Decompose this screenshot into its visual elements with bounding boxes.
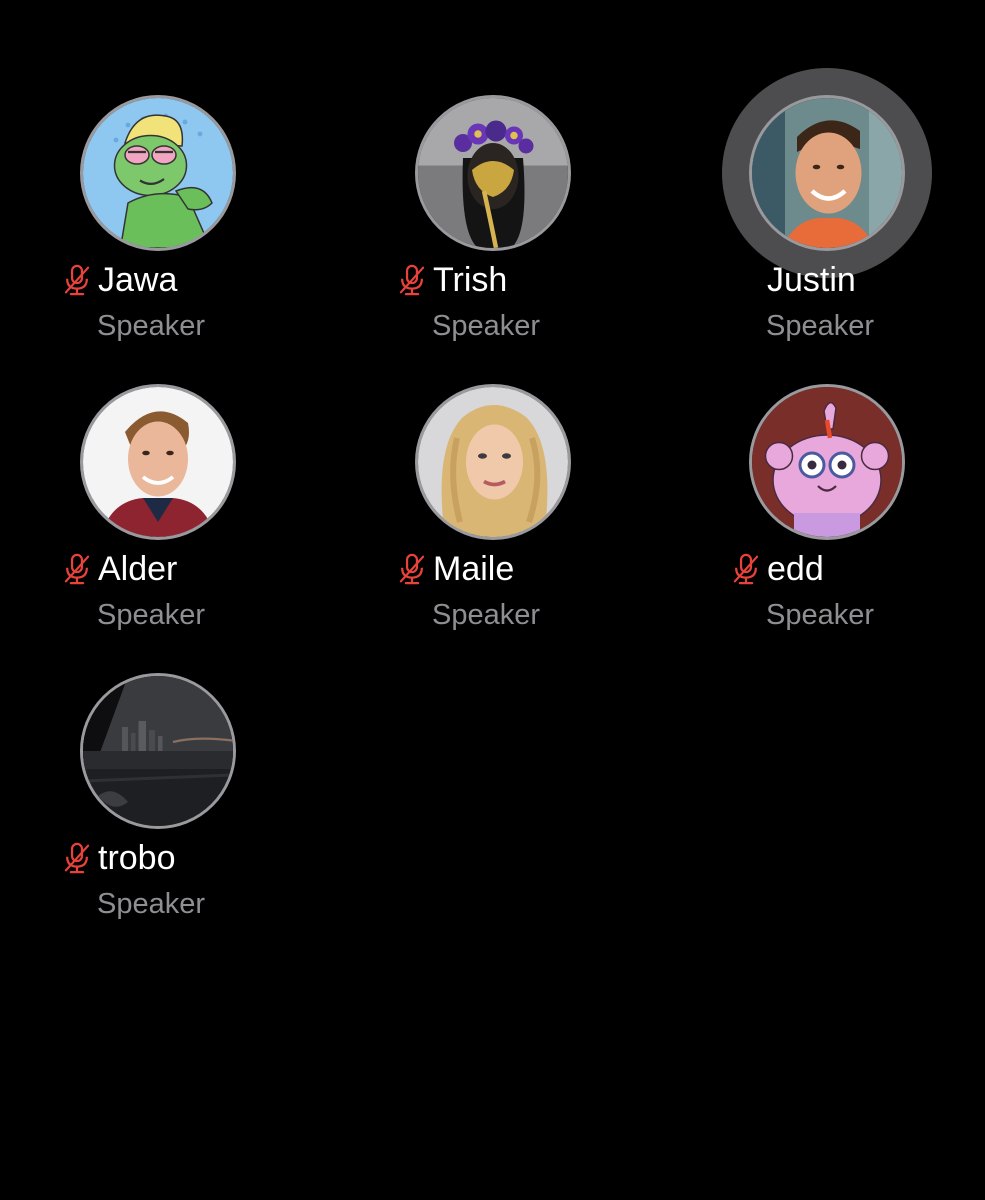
microphone-slash-icon: [64, 264, 90, 296]
name-row: Maile: [343, 547, 643, 591]
speaker-card-jawa[interactable]: Jawa Speaker: [8, 95, 308, 355]
microphone-slash-icon: [64, 842, 90, 874]
speaker-card-trobo[interactable]: trobo Speaker: [8, 673, 308, 933]
speaker-card-alder[interactable]: Alder Speaker: [8, 384, 308, 644]
smiling-man-photo-avatar-image: [752, 98, 902, 248]
avatar-maile[interactable]: [415, 384, 571, 540]
name-row: Alder: [8, 547, 308, 591]
speaker-name: Alder: [98, 550, 178, 588]
speaker-role: Speaker: [97, 599, 206, 631]
avatar-container: [722, 68, 932, 278]
blonde-woman-photo-avatar-image: [418, 387, 568, 537]
speaker-name: trobo: [98, 839, 176, 877]
speaker-card-justin[interactable]: Justin Speaker: [677, 68, 977, 355]
night-city-skyline-photo-avatar-image: [83, 676, 233, 826]
speaker-role: Speaker: [432, 310, 541, 342]
name-row: Trish: [343, 258, 643, 302]
microphone-slash-icon: [399, 553, 425, 585]
avatar-container: [80, 95, 236, 251]
avatar-container: [415, 384, 571, 540]
speaker-name: Justin: [767, 261, 856, 299]
speaker-name: Trish: [433, 261, 508, 299]
avatar-container: [415, 95, 571, 251]
avatar-alder[interactable]: [80, 384, 236, 540]
speaker-role: Speaker: [97, 888, 206, 920]
speaker-grid: Jawa Speaker Trish Speaker Justin Speake…: [0, 0, 985, 1200]
avatar-justin[interactable]: [749, 95, 905, 251]
microphone-slash-icon: [733, 553, 759, 585]
avatar-jawa[interactable]: [80, 95, 236, 251]
young-man-red-hoodie-photo-avatar-image: [83, 387, 233, 537]
avatar-container: [749, 384, 905, 540]
avatar-container: [80, 384, 236, 540]
speaker-role: Speaker: [766, 599, 875, 631]
speaker-role: Speaker: [432, 599, 541, 631]
speaker-name: edd: [767, 550, 824, 588]
cartoon-green-creature-avatar-image: [83, 98, 233, 248]
speaker-card-maile[interactable]: Maile Speaker: [343, 384, 643, 644]
speaker-role: Speaker: [97, 310, 206, 342]
microphone-slash-icon: [399, 264, 425, 296]
avatar-container: [80, 673, 236, 829]
speaker-card-trish[interactable]: Trish Speaker: [343, 95, 643, 355]
name-row: Justin: [677, 258, 977, 302]
avatar-trobo[interactable]: [80, 673, 236, 829]
microphone-slash-icon: [64, 553, 90, 585]
name-row: trobo: [8, 836, 308, 880]
name-row: edd: [677, 547, 977, 591]
gold-mask-flower-crown-avatar-image: [418, 98, 568, 248]
name-row: Jawa: [8, 258, 308, 302]
avatar-edd[interactable]: [749, 384, 905, 540]
speaker-role: Speaker: [766, 310, 875, 342]
speaker-name: Maile: [433, 550, 515, 588]
avatar-trish[interactable]: [415, 95, 571, 251]
speaker-name: Jawa: [98, 261, 178, 299]
speaker-card-edd[interactable]: edd Speaker: [677, 384, 977, 644]
pink-cartoon-character-avatar-image: [752, 387, 902, 537]
